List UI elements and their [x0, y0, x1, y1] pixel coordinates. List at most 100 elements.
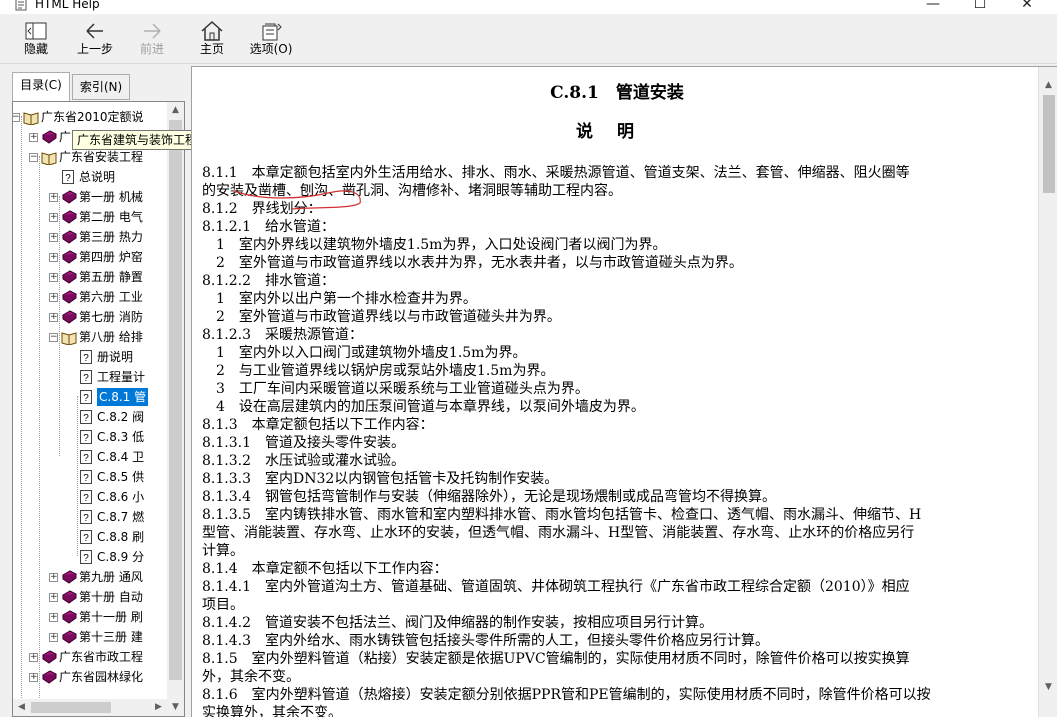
tree-horizontal-scrollbar[interactable]: ◀ ▶ — [13, 699, 167, 716]
open-book-icon — [61, 329, 77, 350]
topic-title: C.8.1 管道安装 — [550, 83, 684, 103]
tree-item[interactable]: ? C.8.4 卫 — [13, 448, 167, 466]
home-label: 主页 — [199, 42, 224, 56]
back-arrow-icon — [86, 23, 103, 39]
expand-icon[interactable]: + — [49, 593, 58, 602]
expand-icon[interactable]: + — [29, 673, 38, 682]
svg-text:?: ? — [83, 413, 89, 424]
topic-line: 8.1.3.1 管道及接头零件安装。 — [202, 435, 405, 451]
expand-icon[interactable]: + — [49, 293, 58, 302]
topic-line: 项目。 — [202, 597, 244, 613]
tree-item[interactable]: + 广东省市政工程 — [13, 648, 167, 666]
options-icon — [262, 23, 282, 41]
tree-item[interactable]: + 第七册 消防 — [13, 308, 167, 326]
tree-vertical-scrollbar[interactable]: ▲ ▼ — [167, 102, 184, 716]
hide-label: 隐藏 — [23, 42, 48, 56]
tree-item[interactable]: + 第五册 静置 — [13, 268, 167, 286]
topic-line: 8.1.6 室内外塑料管道（热熔接）安装定额分别依据PPR管和PE管编制的，实际… — [202, 687, 931, 703]
back-button[interactable]: 上一步 — [74, 20, 116, 64]
closed-book-icon — [61, 289, 78, 310]
topic-line: 8.1.4 本章定额不包括以下工作内容： — [202, 561, 448, 577]
tree-scroll-thumb[interactable] — [169, 120, 182, 680]
tree-item[interactable]: ? 册说明 — [13, 348, 167, 366]
close-button[interactable]: ✕ — [1004, 0, 1050, 14]
content-scroll-thumb[interactable] — [1043, 95, 1055, 193]
tree-scroll-left-arrow-icon[interactable]: ◀ — [13, 699, 30, 716]
expand-icon[interactable]: + — [49, 633, 58, 642]
help-app-icon — [15, 0, 27, 11]
tree-item[interactable]: − 广东省安装工程 — [13, 148, 167, 166]
tree-item[interactable]: + 第二册 电气 — [13, 208, 167, 226]
closed-book-icon — [61, 589, 78, 610]
expand-icon[interactable]: + — [49, 313, 58, 322]
expand-icon[interactable]: + — [49, 573, 58, 582]
tree-item[interactable]: + 第六册 工业 — [13, 288, 167, 306]
collapse-icon[interactable]: − — [29, 153, 38, 162]
tree-item[interactable]: + 广东省园林绿化 — [13, 668, 167, 686]
tree-item[interactable]: ? C.8.2 阀 — [13, 408, 167, 426]
tree-item[interactable]: ? C.8.5 供 — [13, 468, 167, 486]
topic-content-pane: C.8.1 管道安装 说明 8.1.1 本章定额包括室内外生活用给水、排水、雨水… — [191, 66, 1057, 717]
tree-scroll-up-arrow-icon[interactable]: ▲ — [167, 102, 184, 119]
content-scroll-up-arrow-icon[interactable]: ▲ — [1039, 77, 1057, 94]
tree-item[interactable]: + 第九册 通风 — [13, 568, 167, 586]
content-vertical-scrollbar[interactable]: ▲ ▼ — [1038, 67, 1057, 717]
html-help-window: HTML Help — ☐ ✕ 隐藏 上一步 前进 主页 选项(O) 目录(C)… — [0, 0, 1057, 717]
tree-scroll-right-arrow-icon[interactable]: ▶ — [150, 699, 167, 716]
svg-text:?: ? — [83, 493, 89, 504]
tree-item[interactable]: ? 总说明 — [13, 168, 167, 186]
topic-line: 型管、消能装置、存水弯、止水环的安装，但透气帽、雨水漏斗、H型管、消能装置、存水… — [202, 525, 915, 541]
expand-icon[interactable]: + — [29, 133, 38, 142]
tree-item[interactable]: ? C.8.1 管 — [13, 388, 167, 406]
tree-item-label: C.8.2 阀 — [97, 410, 145, 424]
expand-icon[interactable]: + — [49, 613, 58, 622]
tree-item[interactable]: ? C.8.8 刷 — [13, 528, 167, 546]
tree-item[interactable]: + 第一册 机械 — [13, 188, 167, 206]
expand-icon[interactable]: + — [49, 273, 58, 282]
tree-item[interactable]: − 第八册 给排 — [13, 328, 167, 346]
home-button[interactable]: 主页 — [194, 20, 230, 64]
help-page-icon: ? — [79, 429, 93, 450]
forward-button[interactable]: 前进 — [134, 20, 170, 64]
tree-item[interactable]: + 第十三册 建 — [13, 628, 167, 646]
collapse-icon[interactable]: − — [13, 113, 20, 122]
help-page-icon: ? — [79, 389, 93, 410]
collapse-icon[interactable]: − — [49, 333, 58, 342]
help-page-icon: ? — [79, 489, 93, 510]
hide-button[interactable]: 隐藏 — [18, 20, 54, 64]
tree-item-label: 第九册 通风 — [79, 570, 143, 584]
closed-book-icon — [61, 309, 78, 330]
svg-text:?: ? — [83, 393, 89, 404]
expand-icon[interactable]: + — [49, 253, 58, 262]
home-icon — [201, 20, 223, 41]
tree-scroll-down-arrow-icon[interactable]: ▼ — [167, 699, 184, 716]
maximize-button[interactable]: ☐ — [957, 0, 1003, 14]
tree-item[interactable]: ? 工程量计 — [13, 368, 167, 386]
tab-index[interactable]: 索引(N) — [72, 74, 130, 100]
tree-item[interactable]: ? C.8.7 燃 — [13, 508, 167, 526]
expand-icon[interactable]: + — [49, 213, 58, 222]
expand-icon[interactable]: + — [49, 193, 58, 202]
tree-item[interactable]: ? C.8.9 分 — [13, 548, 167, 566]
tree-item[interactable]: + 第四册 炉窑 — [13, 248, 167, 266]
window-title: HTML Help — [35, 0, 100, 11]
tree-hscroll-thumb[interactable] — [31, 702, 111, 713]
minimize-button[interactable]: — — [910, 0, 956, 14]
hand-drawn-annotation — [233, 190, 361, 210]
tree-item[interactable]: ? C.8.3 低 — [13, 428, 167, 446]
svg-text:?: ? — [83, 433, 89, 444]
tree-item[interactable]: ? C.8.6 小 — [13, 488, 167, 506]
tab-contents[interactable]: 目录(C) — [12, 72, 70, 102]
expand-icon[interactable]: + — [49, 233, 58, 242]
svg-text:?: ? — [83, 513, 89, 524]
expand-icon[interactable]: + — [29, 653, 38, 662]
content-scroll-down-arrow-icon[interactable]: ▼ — [1039, 679, 1057, 696]
tree-item[interactable]: − 广东省2010定额说 — [13, 108, 167, 126]
tree-item[interactable]: + 第十册 自动 — [13, 588, 167, 606]
tree-item[interactable]: + 第三册 热力 — [13, 228, 167, 246]
tree-item[interactable]: + 第十一册 刷 — [13, 608, 167, 626]
svg-text:?: ? — [83, 473, 89, 484]
tree-item-label: 第六册 工业 — [79, 290, 143, 304]
options-button[interactable]: 选项(O) — [246, 20, 296, 64]
closed-book-icon — [61, 249, 78, 270]
